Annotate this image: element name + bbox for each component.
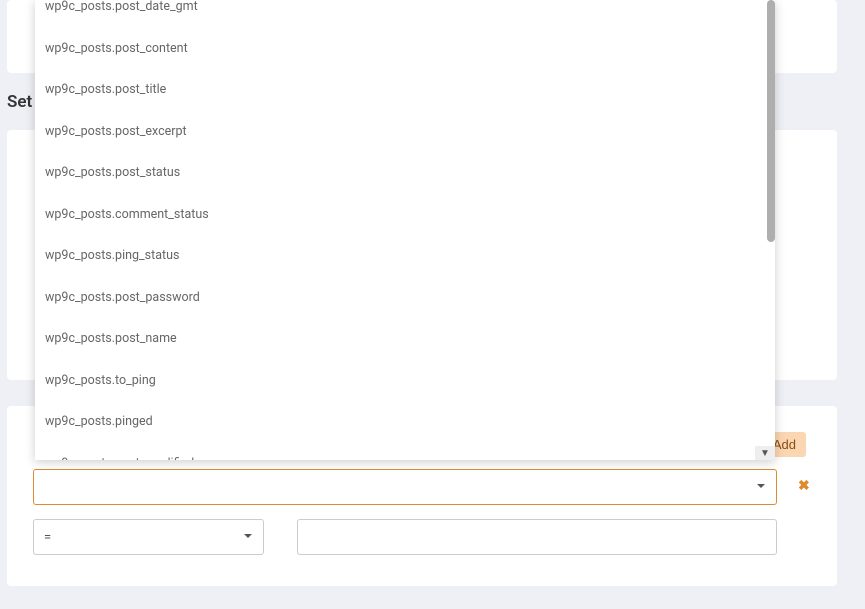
dropdown-caret-down-icon[interactable]: ▼ bbox=[755, 446, 775, 460]
dropdown-item[interactable]: wp9c_posts.post_name bbox=[35, 318, 775, 360]
dropdown-item[interactable]: wp9c_posts.post_password bbox=[35, 277, 775, 319]
section-title: Set bbox=[7, 92, 32, 112]
dropdown-item[interactable]: wp9c_posts.ping_status bbox=[35, 235, 775, 277]
dropdown-item[interactable]: wp9c_posts.post_content bbox=[35, 28, 775, 70]
dropdown-item[interactable]: wp9c_posts.comment_status bbox=[35, 194, 775, 236]
dropdown-item[interactable]: wp9c_posts.post_status bbox=[35, 152, 775, 194]
remove-icon[interactable]: ✖ bbox=[798, 478, 810, 494]
field-combobox[interactable] bbox=[33, 469, 777, 505]
scrollbar[interactable] bbox=[767, 0, 775, 242]
field-dropdown: wp9c_posts.post_date_gmt wp9c_posts.post… bbox=[35, 0, 775, 460]
chevron-down-icon bbox=[756, 480, 766, 494]
dropdown-list: wp9c_posts.post_date_gmt wp9c_posts.post… bbox=[35, 0, 775, 460]
dropdown-item[interactable]: wp9c_posts.post_modified bbox=[35, 443, 775, 461]
chevron-down-icon bbox=[243, 530, 253, 545]
value-input[interactable] bbox=[297, 519, 777, 555]
operator-value: = bbox=[44, 530, 51, 545]
dropdown-item[interactable]: wp9c_posts.post_excerpt bbox=[35, 111, 775, 153]
dropdown-item[interactable]: wp9c_posts.post_date_gmt bbox=[35, 0, 775, 28]
dropdown-item[interactable]: wp9c_posts.to_ping bbox=[35, 360, 775, 402]
dropdown-item[interactable]: wp9c_posts.pinged bbox=[35, 401, 775, 443]
dropdown-item[interactable]: wp9c_posts.post_title bbox=[35, 69, 775, 111]
operator-select[interactable]: = bbox=[33, 519, 264, 555]
